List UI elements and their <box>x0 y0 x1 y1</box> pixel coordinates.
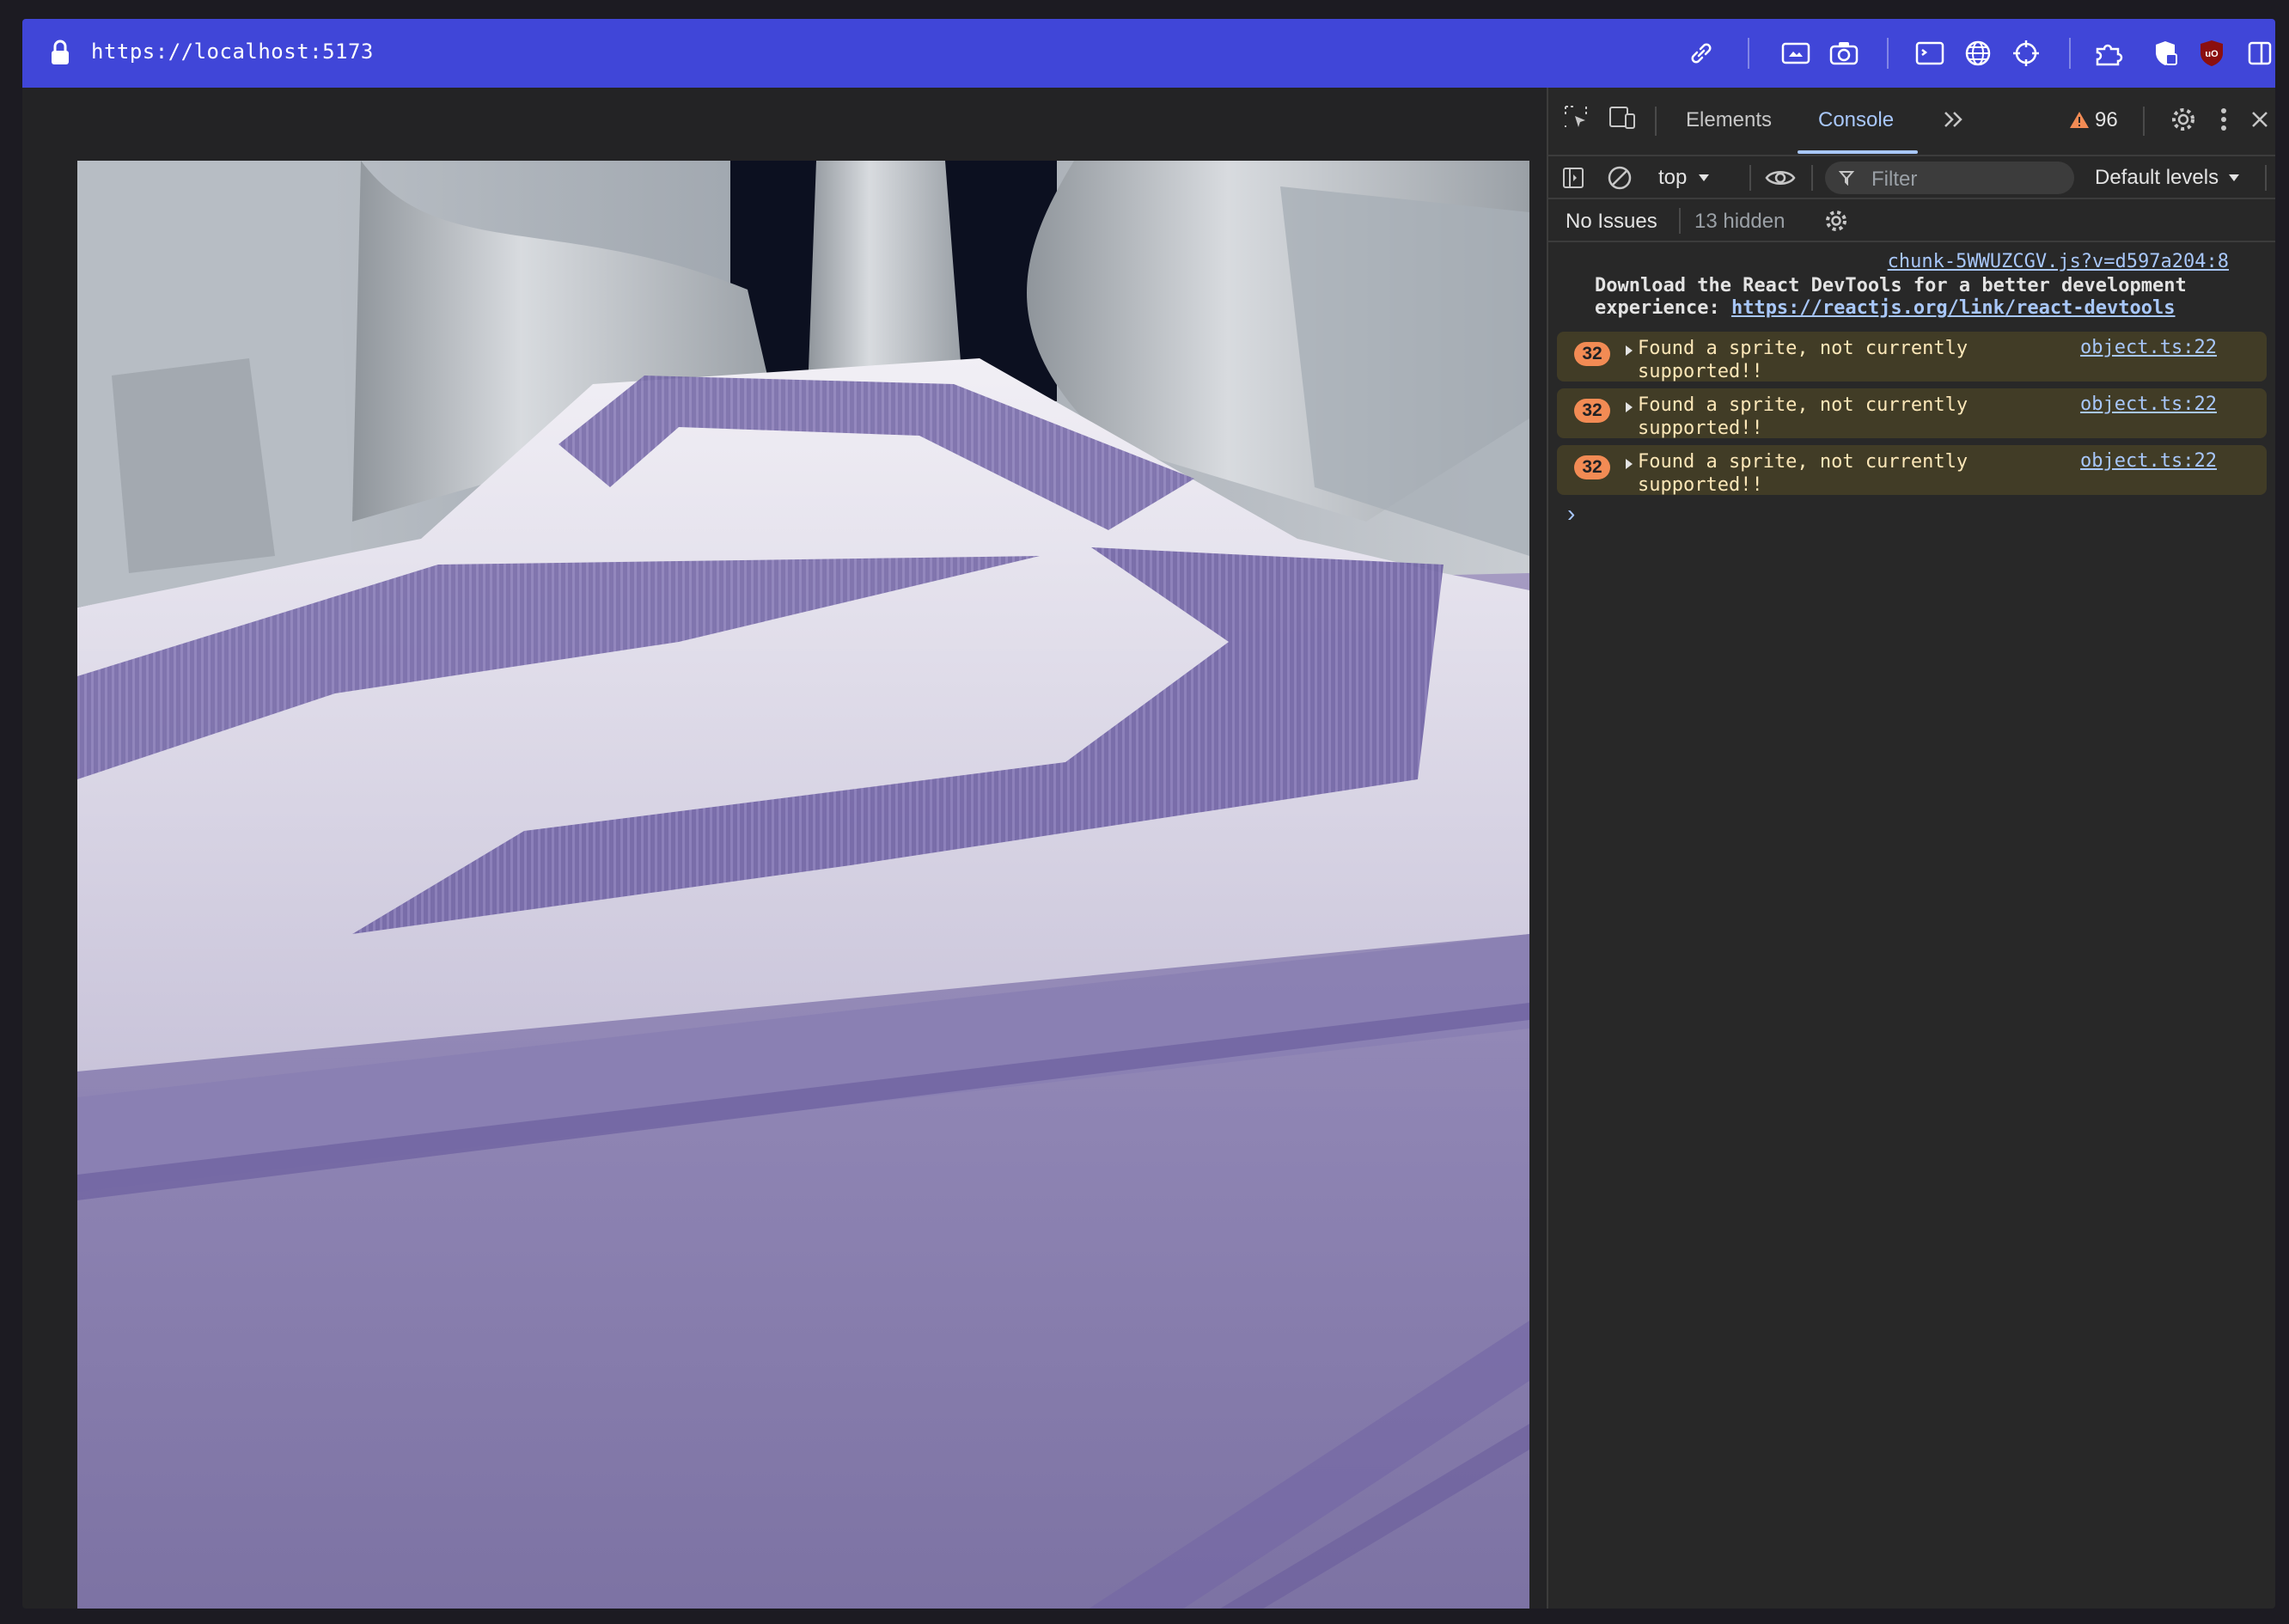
warning-count[interactable]: 96 <box>2095 108 2118 132</box>
context-selector[interactable]: top <box>1648 163 1711 192</box>
device-toolbar-icon[interactable] <box>1607 101 1638 132</box>
kebab-menu-icon[interactable] <box>2215 103 2232 136</box>
tab-elements[interactable]: Elements <box>1686 108 1772 132</box>
toolbar-divider <box>2069 38 2071 69</box>
log-levels-dropdown[interactable]: Default levels <box>2095 163 2241 192</box>
toolbar-divider <box>1748 38 1749 69</box>
toolbar-divider <box>1887 38 1889 69</box>
clear-console-icon[interactable] <box>1605 163 1634 192</box>
toolbar-divider <box>2265 165 2267 191</box>
devtools-panel: Elements Console 96 top Filter Default l… <box>1547 88 2275 1609</box>
filter-placeholder: Filter <box>1871 168 1918 191</box>
warning-text: Found a sprite, not currently supported!… <box>1638 394 1969 439</box>
warning-text: Found a sprite, not currently supported!… <box>1638 338 1969 382</box>
warning-message[interactable]: 32 Found a sprite, not currently support… <box>1557 332 2267 382</box>
filter-input[interactable]: Filter <box>1825 162 2074 194</box>
tab-divider <box>2143 107 2145 136</box>
settings-gear-icon[interactable] <box>2167 103 2200 136</box>
shield-extension-icon[interactable] <box>2148 36 2182 70</box>
issues-status[interactable]: No Issues <box>1566 210 1657 234</box>
issues-bar: No Issues 13 hidden <box>1548 199 2275 242</box>
toolbar-divider <box>1811 165 1813 191</box>
terminal-icon[interactable] <box>1913 36 1947 70</box>
console-prompt[interactable]: › <box>1567 500 1575 528</box>
context-label: top <box>1658 166 1688 189</box>
log-levels-label: Default levels <box>2095 166 2219 189</box>
tab-divider <box>1655 107 1657 136</box>
globe-icon[interactable] <box>1961 36 1995 70</box>
chevron-down-icon <box>2229 174 2240 181</box>
repeat-count-badge: 32 <box>1574 399 1610 423</box>
filter-icon <box>1839 171 1854 186</box>
expand-triangle-icon[interactable] <box>1624 400 1634 414</box>
chevron-down-icon <box>1699 174 1710 181</box>
sidebar-toggle-icon[interactable] <box>1559 163 1588 192</box>
repeat-count-badge: 32 <box>1574 455 1610 479</box>
react-devtools-link[interactable]: https://reactjs.org/link/react-devtools <box>1731 297 2176 319</box>
page-viewport <box>22 88 1547 1609</box>
url-text[interactable]: https://localhost:5173 <box>91 40 374 64</box>
hidden-count: 13 hidden <box>1694 210 1785 233</box>
svg-text:uO: uO <box>2205 49 2219 59</box>
warning-source-link[interactable]: object.ts:22 <box>2080 450 2217 472</box>
camera-icon[interactable] <box>1827 36 1861 70</box>
live-expression-eye-icon[interactable] <box>1763 163 1798 192</box>
sidebar-icon[interactable] <box>2243 36 2275 70</box>
console-output: chunk-5WWUZCGV.js?v=d597a204:8 Download … <box>1548 242 2275 1609</box>
console-settings-gear-icon[interactable] <box>1822 206 1851 235</box>
close-icon[interactable] <box>2244 103 2275 136</box>
browser-window: https://localhost:5173 uO Elements Conso… <box>22 19 2275 1609</box>
lock-icon <box>52 40 69 64</box>
repeat-count-badge: 32 <box>1574 342 1610 366</box>
ublock-icon[interactable]: uO <box>2194 36 2229 70</box>
warning-message[interactable]: 32 Found a sprite, not currently support… <box>1557 388 2267 439</box>
toolbar-divider <box>1679 208 1681 234</box>
warning-icon[interactable] <box>2067 107 2091 132</box>
media-icon[interactable] <box>1779 36 1813 70</box>
warning-source-link[interactable]: object.ts:22 <box>2080 394 2217 415</box>
expand-triangle-icon[interactable] <box>1624 457 1634 471</box>
expand-triangle-icon[interactable] <box>1624 344 1634 357</box>
active-tab-indicator <box>1798 150 1918 154</box>
warning-text: Found a sprite, not currently supported!… <box>1638 451 1969 496</box>
tab-console[interactable]: Console <box>1818 108 1894 132</box>
link-icon[interactable] <box>1684 36 1718 70</box>
info-source-link[interactable]: chunk-5WWUZCGV.js?v=d597a204:8 <box>1888 251 2229 272</box>
toolbar-divider <box>1749 165 1751 191</box>
warning-message[interactable]: 32 Found a sprite, not currently support… <box>1557 445 2267 496</box>
info-message: Download the React DevTools for a better… <box>1595 275 2248 320</box>
console-toolbar: top Filter Default levels <box>1548 156 2275 199</box>
crosshair-icon[interactable] <box>2009 36 2043 70</box>
url-bar: https://localhost:5173 uO <box>22 19 2275 88</box>
extensions-icon[interactable] <box>2093 36 2127 70</box>
game-canvas[interactable] <box>77 161 1529 1609</box>
more-tabs-icon[interactable] <box>1940 105 1966 134</box>
inspect-element-icon[interactable] <box>1560 101 1591 132</box>
devtools-tabbar: Elements Console 96 <box>1548 88 2275 156</box>
warning-source-link[interactable]: object.ts:22 <box>2080 337 2217 358</box>
